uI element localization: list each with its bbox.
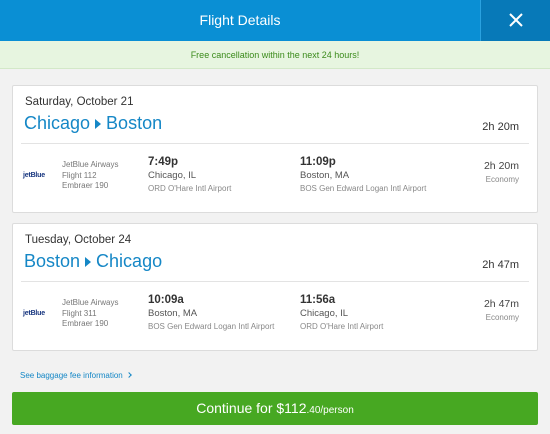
arrival-info: 11:56a Chicago, IL ORD O'Hare Intl Airpo…: [300, 294, 383, 333]
origin-city: Boston: [24, 251, 81, 271]
airline-name: JetBlue Airways: [62, 298, 119, 307]
airline-info: JetBlue Airways Flight 311 Embraer 190: [62, 298, 118, 330]
flight-number: Flight 112: [62, 170, 97, 180]
airline-info: JetBlue Airways Flight 112 Embraer 190: [62, 160, 118, 192]
segment-duration-info: 2h 47m Economy: [484, 297, 519, 325]
continue-per-person: /person: [320, 405, 354, 416]
free-cancellation-notice: Free cancellation within the next 24 hou…: [0, 41, 550, 69]
destination-city: Boston: [106, 113, 163, 133]
leg-total-duration: 2h 47m: [482, 259, 519, 271]
leg-route: Chicago Boston: [24, 113, 162, 134]
outbound-flight-card: Saturday, October 21 Chicago Boston 2h 2…: [12, 85, 538, 213]
leg-date: Tuesday, October 24: [25, 234, 132, 246]
arrival-airport: BOS Gen Edward Logan Intl Airport: [300, 184, 427, 193]
arrival-info: 11:09p Boston, MA BOS Gen Edward Logan I…: [300, 156, 426, 195]
segment-duration: 2h 47m: [483, 298, 519, 310]
arrival-time: 11:09p: [300, 156, 336, 168]
segment-duration-info: 2h 20m Economy: [484, 159, 519, 187]
continue-price: $112: [276, 400, 307, 416]
cabin-class: Economy: [485, 313, 519, 322]
departure-airport: ORD O'Hare Intl Airport: [148, 184, 232, 193]
departure-time: 10:09a: [148, 294, 184, 306]
close-icon: [509, 13, 523, 27]
header-bar: Flight Details: [0, 0, 550, 41]
leg-route: Boston Chicago: [24, 251, 162, 272]
departure-time: 7:49p: [148, 156, 179, 168]
triangle-right-icon: [85, 256, 92, 267]
close-button[interactable]: [480, 0, 550, 41]
destination-city: Chicago: [96, 251, 163, 271]
departure-airport: BOS Gen Edward Logan Intl Airport: [148, 322, 275, 331]
divider: [21, 281, 529, 282]
segment-duration: 2h 20m: [483, 160, 519, 172]
arrival-city: Boston, MA: [300, 170, 350, 181]
arrival-city: Chicago, IL: [300, 308, 349, 319]
aircraft-type: Embraer 190: [62, 181, 109, 190]
arrival-time: 11:56a: [300, 294, 336, 306]
departure-info: 10:09a Boston, MA BOS Gen Edward Logan I…: [148, 294, 274, 333]
aircraft-type: Embraer 190: [62, 319, 109, 328]
leg-date: Saturday, October 21: [25, 96, 134, 108]
continue-price-cents: .40: [306, 405, 321, 416]
dialog-title: Flight Details: [199, 12, 281, 28]
divider: [21, 143, 529, 144]
arrival-airport: ORD O'Hare Intl Airport: [300, 322, 384, 331]
return-flight-card: Tuesday, October 24 Boston Chicago 2h 47…: [12, 223, 538, 351]
airline-logo: jetBlue: [23, 172, 45, 179]
departure-city: Boston, MA: [148, 308, 198, 319]
continue-button[interactable]: Continue for $112.40/person: [12, 392, 538, 425]
continue-label: Continue for: [196, 400, 277, 416]
departure-city: Chicago, IL: [148, 170, 197, 181]
airline-name: JetBlue Airways: [62, 160, 119, 169]
baggage-fee-label: See baggage fee information: [20, 371, 123, 380]
chevron-right-icon: [126, 372, 132, 378]
departure-info: 7:49p Chicago, IL ORD O'Hare Intl Airpor…: [148, 156, 231, 195]
flight-number: Flight 311: [62, 308, 97, 318]
airline-logo: jetBlue: [23, 310, 45, 317]
cabin-class: Economy: [485, 175, 519, 184]
origin-city: Chicago: [24, 113, 91, 133]
baggage-fee-link[interactable]: See baggage fee information: [20, 371, 132, 380]
triangle-right-icon: [95, 118, 102, 129]
leg-total-duration: 2h 20m: [482, 121, 519, 133]
